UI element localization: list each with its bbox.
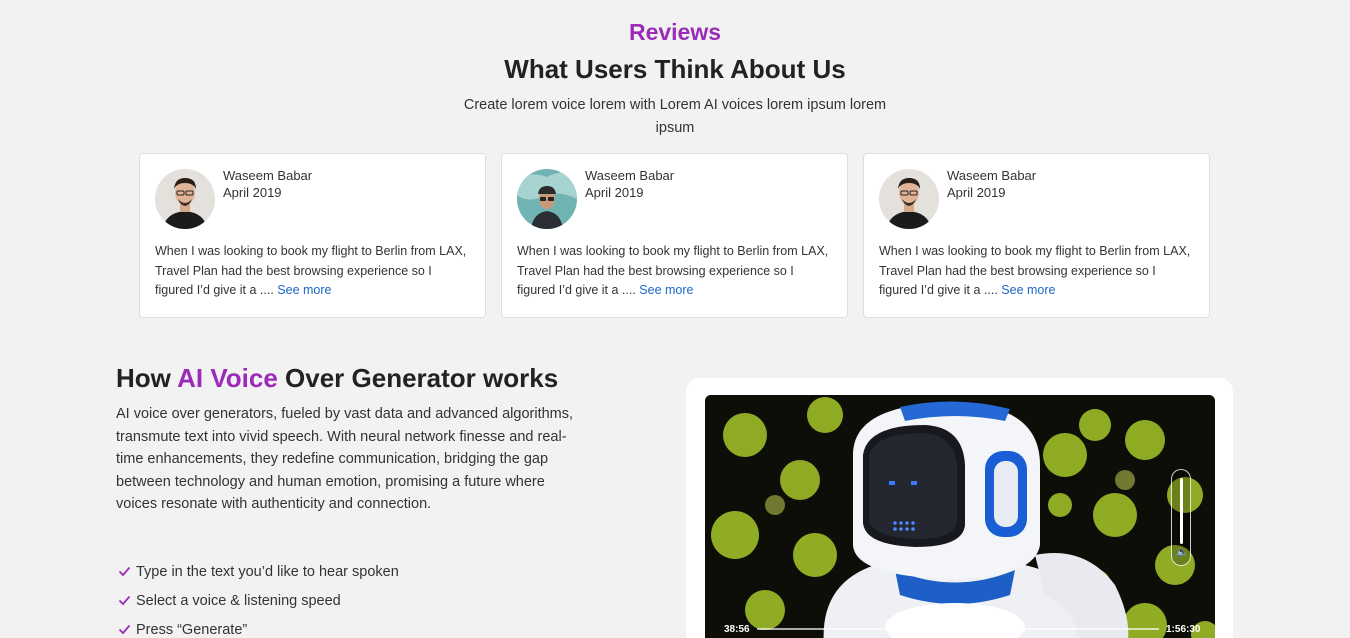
reviews-subtitle: Create lorem voice lorem with Lorem AI v… xyxy=(463,97,887,136)
avatar xyxy=(879,169,939,229)
how-title: How AI Voice Over Generator works xyxy=(116,363,558,394)
review-date: April 2019 xyxy=(947,185,1006,200)
steps-list: Type in the text you’d like to hear spok… xyxy=(118,557,399,638)
check-icon xyxy=(118,566,131,577)
volume-track[interactable] xyxy=(1180,478,1183,544)
review-date: April 2019 xyxy=(223,185,282,200)
step-item: Select a voice & listening speed xyxy=(118,586,399,615)
step-label: Press “Generate” xyxy=(136,621,248,638)
check-icon xyxy=(118,595,131,606)
review-date: April 2019 xyxy=(585,185,644,200)
step-item: Type in the text you’d like to hear spok… xyxy=(118,557,399,586)
review-text: When I was looking to book my flight to … xyxy=(517,242,835,301)
see-more-link[interactable]: See more xyxy=(1001,283,1055,297)
duration: 1:56:30 xyxy=(1166,624,1201,635)
review-card: Waseem Babar April 2019 When I was looki… xyxy=(501,153,848,318)
current-time: 38:56 xyxy=(724,624,750,635)
check-icon xyxy=(118,624,131,635)
robot-video-frame xyxy=(705,395,1215,638)
see-more-link[interactable]: See more xyxy=(639,283,693,297)
how-title-prefix: How xyxy=(116,363,178,393)
step-label: Select a voice & listening speed xyxy=(136,592,341,609)
step-item: Press “Generate” xyxy=(118,615,399,638)
step-label: Type in the text you’d like to hear spok… xyxy=(136,563,399,580)
volume-slider[interactable]: 🔈 xyxy=(1171,469,1191,566)
reviews-eyebrow: Reviews xyxy=(628,19,722,45)
reviewer-name: Waseem Babar xyxy=(585,168,675,183)
reviews-title: What Users Think About Us xyxy=(504,54,846,84)
review-card: Waseem Babar April 2019 When I was looki… xyxy=(863,153,1210,318)
review-card: Waseem Babar April 2019 When I was looki… xyxy=(139,153,486,318)
reviewer-name: Waseem Babar xyxy=(947,168,1037,183)
how-title-suffix: Over Generator works xyxy=(277,363,559,393)
review-text: When I was looking to book my flight to … xyxy=(879,242,1197,301)
avatar xyxy=(517,169,577,229)
seek-knob[interactable] xyxy=(904,624,915,634)
video-player[interactable]: 🔈 38:56 1:56:30 xyxy=(705,395,1215,638)
how-title-accent: AI Voice xyxy=(177,363,278,393)
see-more-link[interactable]: See more xyxy=(277,283,331,297)
review-text: When I was looking to book my flight to … xyxy=(155,242,473,301)
reviewer-name: Waseem Babar xyxy=(223,168,313,183)
speaker-icon[interactable]: 🔈 xyxy=(1176,547,1188,558)
avatar xyxy=(155,169,215,229)
how-description: AI voice over generators, fueled by vast… xyxy=(116,406,574,513)
seek-bar[interactable] xyxy=(757,624,1159,634)
